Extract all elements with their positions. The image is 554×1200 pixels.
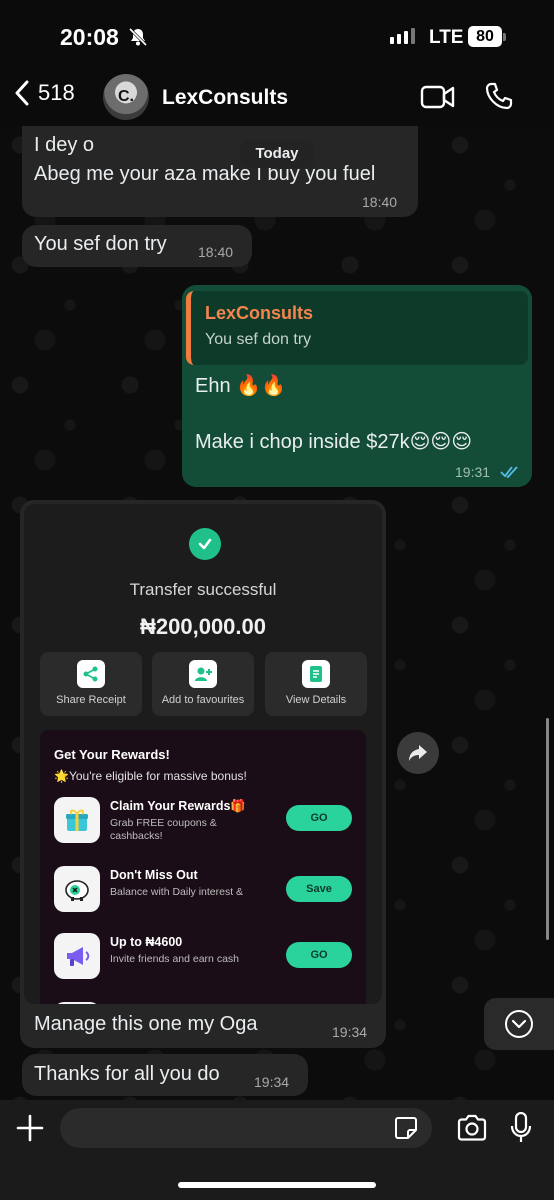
reward-item: Up to ₦4600 Invite friends and earn cash… [54,933,354,985]
voice-call-button[interactable] [484,81,514,116]
sticker-icon [395,1117,417,1139]
microphone-icon [510,1111,532,1142]
add-user-icon [189,660,217,688]
reply-text: You sef don try [205,331,312,348]
action-label: Share Receipt [56,694,126,706]
message-time: 18:40 [362,194,398,210]
message-text-line: Abeg me your aza make I buy you fuel [34,163,376,185]
reward-item: Don't Miss Out Balance with Daily intere… [54,866,354,918]
partial-item [54,1002,100,1004]
unread-count: 518 [38,80,75,105]
camera-button[interactable] [456,1114,488,1147]
message-text-line: Make i chop inside $27k😌😌😌 [195,431,473,453]
reward-go-button: GO [286,805,352,831]
message-input[interactable] [60,1108,432,1148]
check-circle-icon [189,528,221,560]
status-bar: 20:08 LTE 80 [0,0,554,70]
receipt-amount: ₦200,000.00 [140,614,266,639]
message-time: 19:31 [455,464,491,480]
chat-header: 518 C. LexConsults [0,70,554,126]
image-caption: Manage this one my Oga [34,1013,258,1035]
contact-name[interactable]: LexConsults [162,86,288,110]
scrollbar[interactable] [546,718,549,940]
share-icon [77,660,105,688]
incoming-message[interactable]: Thanks for all you do 19:34 [22,1054,308,1096]
read-ticks-icon [500,465,520,484]
avatar[interactable]: C. [103,74,149,120]
signal-icon [390,28,415,44]
receipt-title: Transfer successful [129,580,277,599]
message-text: Thanks for all you do [34,1063,220,1085]
message-text-line: I dey o [34,134,95,156]
receipt-image[interactable]: Transfer successful ₦200,000.00 Share Re… [24,504,382,1004]
incoming-message[interactable]: You sef don try 18:40 [22,225,252,267]
megaphone-icon [54,933,100,979]
date-divider: Today [240,140,314,168]
sticker-button[interactable] [394,1116,418,1145]
reward-save-button: Save [286,876,352,902]
forward-arrow-icon [409,745,427,761]
message-text: You sef don try [34,233,167,255]
image-message[interactable]: Transfer successful ₦200,000.00 Share Re… [20,500,386,1048]
microphone-button[interactable] [510,1111,532,1149]
bell-off-icon [128,27,148,52]
scroll-to-bottom-button[interactable] [484,998,554,1050]
forward-button[interactable] [397,732,439,774]
rewards-title: Get Your Rewards! [54,747,170,762]
back-button[interactable]: 518 [14,80,75,106]
reply-author: LexConsults [205,303,314,323]
incoming-message[interactable]: I dey o Abeg me your aza make I buy you … [22,126,418,217]
reward-desc: Grab FREE coupons & cashbacks! [110,817,217,842]
camera-icon [457,1114,487,1141]
gift-icon [54,797,100,843]
chevron-left-icon [15,80,29,106]
reward-name: Up to ₦4600 [110,935,183,949]
reward-name: Claim Your Rewards🎁 [110,799,246,813]
share-receipt-action: Share Receipt [40,652,142,716]
action-label: View Details [285,694,347,706]
status-time: 20:08 [60,24,119,50]
video-call-button[interactable] [420,84,456,115]
reward-desc: Invite friends and earn cash [110,953,239,965]
reply-quote[interactable]: LexConsults You sef don try [186,291,528,365]
message-time: 18:40 [198,244,234,260]
add-favourite-action: Add to favourites [152,652,254,716]
piggy-bank-icon [54,866,100,912]
view-details-action: View Details [265,652,367,716]
attach-button[interactable] [16,1114,44,1147]
message-time: 19:34 [332,1024,368,1040]
message-time: 19:34 [254,1074,290,1090]
phone-icon [485,82,513,110]
reward-name: Don't Miss Out [110,868,198,882]
reward-go-button: GO [286,942,352,968]
action-label: Add to favourites [161,694,245,706]
battery-icon: 80 [468,26,502,47]
reward-item: Claim Your Rewards🎁 Grab FREE coupons & … [54,797,354,849]
message-text-line: Ehn 🔥🔥 [195,375,286,397]
network-type: LTE [429,27,464,48]
plus-icon [16,1114,44,1142]
rewards-subtitle: 🌟You're eligible for massive bonus! [54,769,247,783]
battery-tip [503,33,506,41]
reward-desc: Balance with Daily interest & [110,886,244,898]
video-camera-icon [420,85,455,109]
home-indicator [178,1182,376,1188]
rewards-panel: Get Your Rewards! 🌟You're eligible for m… [40,730,366,1004]
chevron-down-circle-icon [505,1010,533,1038]
document-icon [302,660,330,688]
